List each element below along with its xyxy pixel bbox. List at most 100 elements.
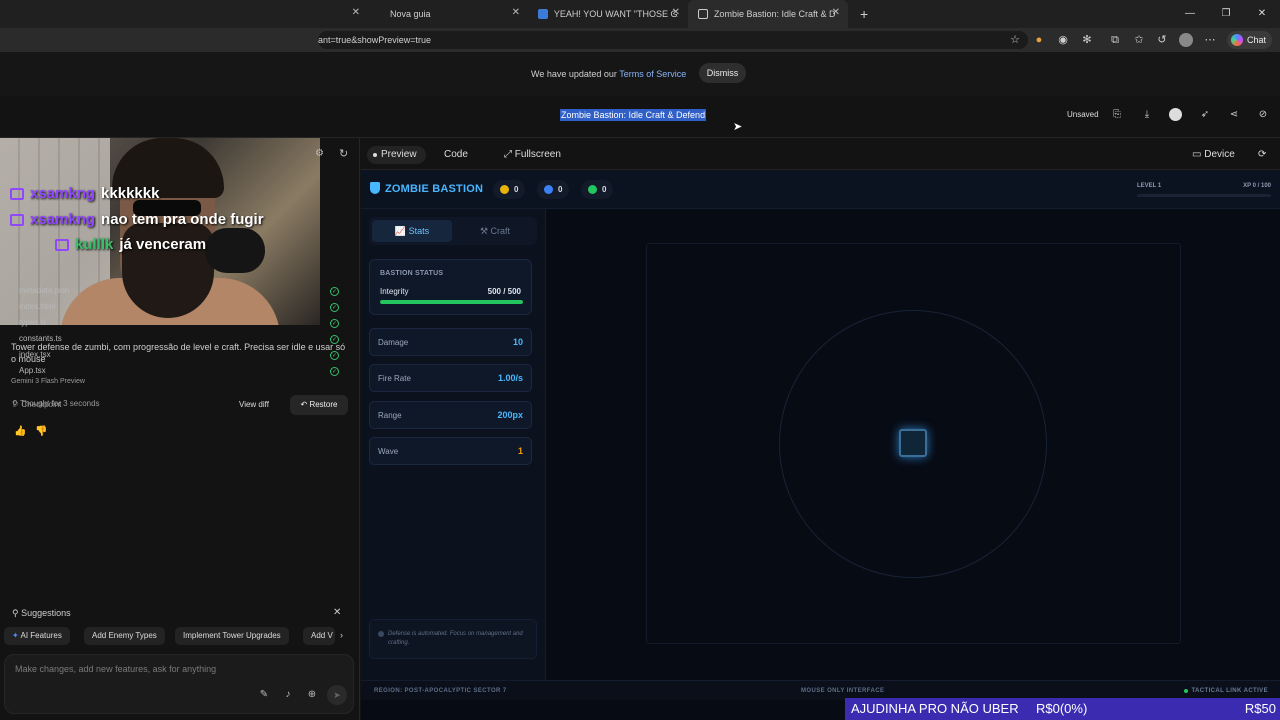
prompt-input[interactable]: Make changes, add new features, ask for … [4, 654, 354, 714]
stat-fire-rate: Fire Rate 1.00/s [369, 364, 532, 392]
close-icon[interactable]: ✕ [352, 7, 360, 18]
resource-value: 0 [514, 185, 519, 194]
check-icon: ✓ [330, 367, 339, 376]
device-label: Device [1204, 149, 1235, 160]
add-attachment-icon[interactable]: ⊕ [305, 688, 319, 702]
dismiss-button[interactable]: Dismiss [699, 63, 746, 83]
stream-chat-message: kulllk já venceram [55, 236, 206, 253]
tab-preview[interactable]: Preview [367, 146, 426, 164]
file-item[interactable]: index.html [19, 302, 55, 311]
restore-button[interactable]: ↶ Restore [290, 395, 348, 415]
browser-tab[interactable]: Nova guia ✕ [380, 0, 528, 28]
xp-label: XP 0 / 100 [1243, 183, 1271, 189]
bastion-tower[interactable] [899, 429, 927, 457]
extension-puzzle-icon[interactable]: ✻ [1080, 33, 1094, 47]
file-item[interactable]: constants.ts [19, 334, 62, 343]
terms-link[interactable]: Terms of Service [619, 69, 686, 79]
close-icon[interactable]: ✕ [672, 7, 680, 18]
file-item[interactable]: types.ts [19, 318, 47, 327]
stat-value: 10 [512, 337, 523, 347]
check-icon: ✓ [330, 351, 339, 360]
suggestions-label: Suggestions [21, 608, 71, 618]
close-icon[interactable]: ✕ [333, 607, 341, 618]
star-icon[interactable]: ☆ [1008, 33, 1022, 47]
suggestion-chip[interactable]: ✦ AI Features [4, 627, 70, 645]
tab-label: Zombie Bastion: Idle Craft & D | G [713, 9, 838, 19]
view-diff-button[interactable]: View diff [239, 400, 269, 409]
save-icon[interactable]: ⎘ [1110, 108, 1124, 122]
minimize-icon[interactable]: — [1172, 0, 1208, 28]
send-button[interactable]: ➤ [327, 685, 347, 705]
browser-tab[interactable]: ✕ [318, 0, 368, 28]
resource-value: 0 [558, 185, 563, 194]
tab-craft[interactable]: ⚒ Craft [455, 220, 535, 242]
suggestion-chip[interactable]: Add V [303, 627, 335, 645]
github-icon[interactable] [1169, 108, 1182, 121]
restore-window-icon[interactable]: ❐ [1208, 0, 1244, 28]
stat-label: Damage [378, 338, 409, 347]
browser-tab-bar: ✕ Nova guia ✕ YEAH! YOU WANT "THOSE GAME… [0, 0, 1280, 28]
thumbs-down-icon[interactable]: 👎 [35, 426, 47, 437]
profile-avatar[interactable] [1179, 33, 1193, 47]
suggestion-chip[interactable]: Add Enemy Types [84, 627, 165, 645]
deploy-rocket-icon[interactable]: ➶ [1198, 108, 1212, 122]
tab-stats-label: Stats [408, 226, 430, 236]
check-icon: ✓ [330, 287, 339, 296]
tab-fullscreen[interactable]: ⤢ Fullscreen [504, 146, 561, 164]
file-item[interactable]: metadata.json [19, 286, 69, 295]
game-tabs: 📈 Stats ⚒ Craft [369, 217, 537, 245]
url-field[interactable]: ant=true&showPreview=true [318, 31, 1028, 49]
resource-parts: 0 [537, 180, 570, 199]
resource-value: 0 [602, 185, 607, 194]
integrity-fill [380, 300, 523, 304]
check-icon: ✓ [330, 335, 339, 344]
suggestion-chip[interactable]: Implement Tower Upgrades [175, 627, 289, 645]
stat-value: 200px [497, 410, 523, 420]
device-button[interactable]: ▭ Device [1192, 146, 1235, 164]
new-tab-button[interactable]: + [850, 0, 878, 28]
chevron-right-icon[interactable]: › [340, 630, 343, 640]
microphone-icon[interactable]: ♪ [281, 688, 295, 702]
mouse-cursor-icon: ➤ [733, 121, 743, 133]
xp-bar [1137, 194, 1271, 197]
chat-panel: ⚙ ↻ Tower defense de zumbi, com progress… [0, 138, 360, 720]
user-prompt: Tower defense de zumbi, com progressão d… [11, 342, 346, 364]
feedback-buttons: 👍 👎 [14, 426, 48, 437]
monitor-icon: ▭ [1192, 149, 1202, 160]
twitch-icon [55, 238, 69, 251]
extension-icon[interactable]: ◉ [1056, 33, 1070, 47]
more-menu-icon[interactable]: ⋯ [1203, 33, 1217, 47]
magic-wand-icon[interactable]: ✎ [257, 688, 271, 702]
stat-label: Range [378, 411, 402, 420]
stat-range: Range 200px [369, 401, 532, 429]
close-window-icon[interactable]: ✕ [1244, 0, 1280, 28]
split-screen-icon[interactable]: ⧉ [1108, 33, 1122, 47]
extension-icon[interactable]: ● [1032, 33, 1046, 47]
file-item[interactable]: App.tsx [19, 366, 46, 375]
download-icon[interactable]: ⤓ [1140, 108, 1154, 122]
tab-stats[interactable]: 📈 Stats [372, 220, 452, 242]
close-icon[interactable]: ✕ [832, 7, 840, 18]
region-label: REGION: POST-APOCALYPTIC SECTOR 7 [374, 688, 507, 694]
share-icon[interactable]: ⋖ [1227, 108, 1241, 122]
settings-icon[interactable]: ⚙ [315, 148, 324, 159]
refresh-icon[interactable]: ↻ [339, 147, 348, 160]
game-title: ZOMBIE BASTION [385, 183, 484, 195]
game-side-panel: 📈 Stats ⚒ Craft BASTION STATUS Integrity… [361, 209, 546, 680]
file-item[interactable]: index.tsx [19, 350, 51, 359]
refresh-icon[interactable]: ⟳ [1258, 146, 1266, 164]
tab-craft-label: Craft [490, 226, 511, 236]
close-icon[interactable]: ✕ [512, 7, 520, 18]
tab-code[interactable]: Code [444, 146, 468, 164]
thumbs-up-icon[interactable]: 👍 [14, 426, 26, 437]
chat-username: xsamkng [30, 211, 96, 228]
copilot-chat-button[interactable]: Chat [1226, 31, 1272, 49]
browser-tab[interactable]: YEAH! YOU WANT "THOSE GAMES" ✕ [528, 0, 688, 28]
favorites-icon[interactable]: ✩ [1132, 33, 1146, 47]
app-title[interactable]: Zombie Bastion: Idle Craft & Defend [560, 109, 707, 121]
browser-tab-active[interactable]: Zombie Bastion: Idle Craft & D | G ✕ [688, 0, 848, 28]
restore-icon: ↶ [300, 400, 308, 409]
hide-icon[interactable]: ⊘ [1256, 108, 1270, 122]
bell-icon [588, 185, 597, 194]
history-icon[interactable]: ↺ [1155, 33, 1169, 47]
